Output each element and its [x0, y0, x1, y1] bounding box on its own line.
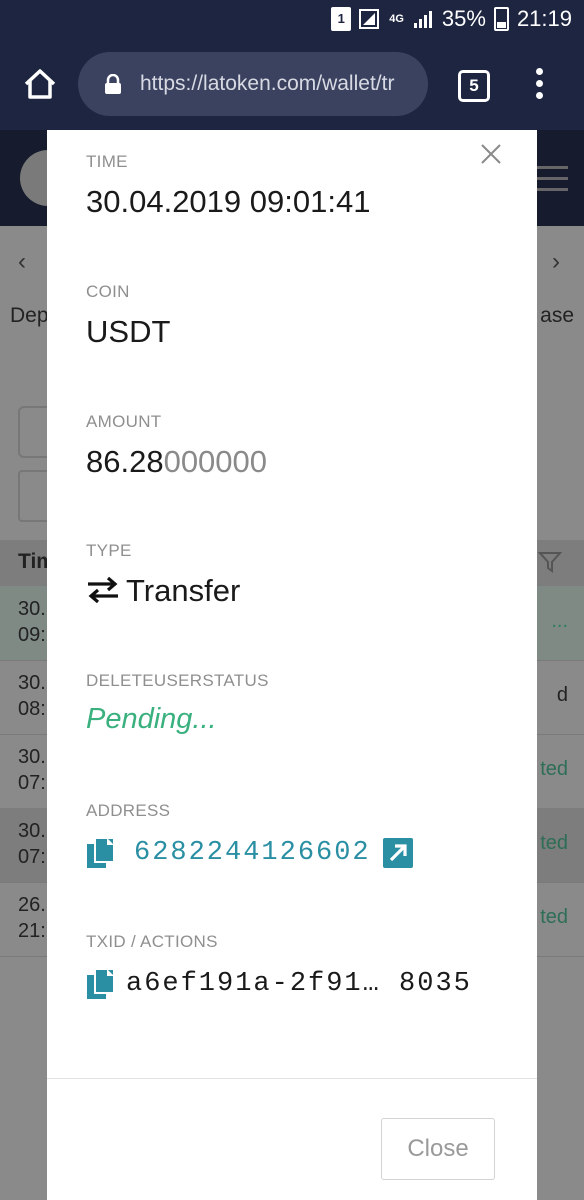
external-link-icon[interactable] [382, 838, 413, 868]
time-value: 30.04.2019 09:01:41 [86, 184, 371, 219]
txid-row: a6ef191a-2f91… 8035 [86, 968, 472, 1000]
transfer-icon [88, 576, 118, 603]
row-date: 30. [18, 598, 46, 620]
amount-trailing-zeros: 000000 [163, 444, 268, 479]
time-field: TIME 30.04.2019 09:01:41 [86, 152, 370, 220]
row-time: 07: [18, 772, 46, 794]
status-field: DELETEUSERSTATUS Pending... [86, 671, 269, 736]
coin-field: COIN USDT [86, 282, 170, 350]
txid-field: TXID / ACTIONS a6ef191a-2f91… 8035 [86, 932, 472, 1000]
type-value: Transfer [126, 573, 241, 608]
hamburger-icon [536, 166, 568, 192]
signal-strength-icon [413, 11, 432, 28]
row-date: 30. [18, 820, 46, 842]
tab-switcher-button[interactable]: 5 [458, 70, 490, 102]
coin-value: USDT [86, 314, 171, 349]
amount-label: AMOUNT [86, 412, 162, 431]
row-status: ... [551, 610, 568, 632]
url-text[interactable]: https://latoken.com/wallet/tr [140, 72, 420, 96]
network-label: 4G [389, 13, 404, 25]
address-field: ADDRESS 6282244126602 [86, 801, 413, 869]
address-label: ADDRESS [86, 801, 171, 820]
amount-value: 86.28000000 [86, 444, 267, 480]
time-label: TIME [86, 152, 128, 171]
amount-main: 86.28 [86, 444, 164, 479]
row-time: 07: [18, 846, 46, 868]
battery-percent: 35% [441, 6, 486, 31]
amount-field: AMOUNT 86.28000000 [86, 412, 267, 480]
chevron-right-icon: › [552, 248, 560, 275]
txid-label: TXID / ACTIONS [86, 932, 218, 951]
close-button[interactable]: Close [381, 1118, 495, 1180]
row-date: 26. [18, 894, 46, 916]
row-status: d [556, 684, 568, 706]
status-value: Pending... [86, 703, 217, 735]
address-value[interactable]: 6282244126602 [134, 838, 371, 868]
status-label: DELETEUSERSTATUS [86, 671, 269, 690]
coin-label: COIN [86, 282, 130, 301]
status-icons: 1 4G 35% 21:19 [331, 6, 572, 32]
bg-tab-deposit: Dep [10, 304, 49, 327]
row-time: 21: [18, 920, 46, 942]
row-status: ted [540, 906, 568, 928]
copy-icon[interactable] [86, 968, 116, 1000]
row-status: ted [540, 758, 568, 780]
menu-icon[interactable] [534, 68, 544, 102]
transaction-details-modal: TIME 30.04.2019 09:01:41 COIN USDT AMOUN… [47, 130, 537, 1200]
row-status: ted [540, 832, 568, 854]
chevron-left-icon: ‹ [18, 248, 26, 275]
sim-icon: 1 [331, 7, 352, 31]
address-bar[interactable]: https://latoken.com/wallet/tr [78, 52, 428, 116]
browser-toolbar: https://latoken.com/wallet/tr 5 [0, 42, 584, 130]
row-time: 08: [18, 698, 46, 720]
filter-icon [538, 552, 562, 573]
bg-tab-purchase: ase [540, 304, 574, 327]
type-field: TYPE Transfer [86, 541, 240, 609]
clock: 21:19 [516, 6, 572, 31]
lock-icon [105, 74, 121, 94]
row-time: 09: [18, 624, 46, 646]
type-value-row: Transfer [86, 573, 240, 609]
home-icon[interactable] [22, 66, 58, 102]
address-row: 6282244126602 [86, 837, 413, 869]
close-icon[interactable] [479, 142, 503, 166]
type-label: TYPE [86, 541, 132, 560]
battery-icon [493, 7, 509, 31]
status-bar: 1 4G 35% 21:19 [0, 0, 584, 42]
signal-icon [359, 9, 380, 29]
row-date: 30. [18, 672, 46, 694]
txid-value: a6ef191a-2f91… 8035 [126, 969, 472, 999]
copy-icon[interactable] [86, 837, 116, 869]
footer-divider [47, 1078, 537, 1079]
row-date: 30. [18, 746, 46, 768]
